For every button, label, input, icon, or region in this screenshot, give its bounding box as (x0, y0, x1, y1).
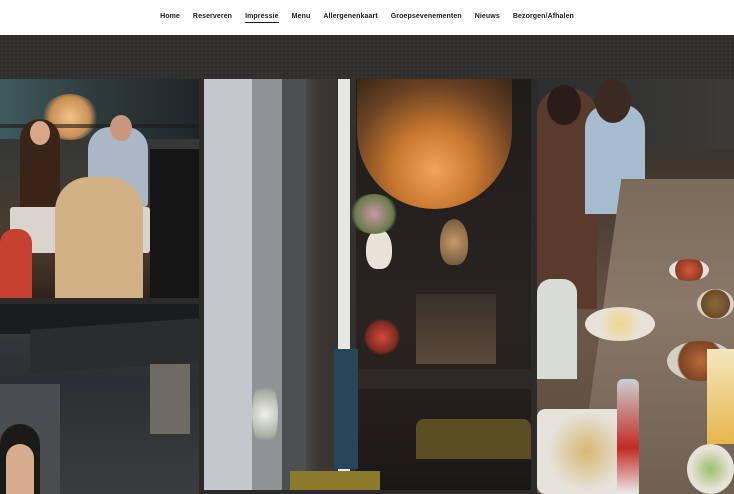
nav-item-menu[interactable]: Menu (292, 13, 311, 23)
main-navigation: Home Reserveren Impressie Menu Allergene… (0, 0, 734, 35)
nav-item-nieuws[interactable]: Nieuws (475, 13, 500, 23)
gallery-photo-interior-ceiling[interactable] (0, 304, 199, 494)
header-texture-band (0, 35, 734, 79)
nav-list: Home Reserveren Impressie Menu Allergene… (160, 13, 574, 23)
gallery-photo-dinner-table[interactable] (537, 79, 734, 494)
nav-item-home[interactable]: Home (160, 13, 180, 23)
nav-item-reserveren[interactable]: Reserveren (193, 13, 232, 23)
gallery-photo-group-dining[interactable] (0, 79, 199, 298)
nav-item-bezorgen-afhalen[interactable]: Bezorgen/Afhalen (513, 13, 574, 23)
nav-item-groepsevenementen[interactable]: Groepsevenementen (391, 13, 462, 23)
nav-item-allergenenkaart[interactable]: Allergenenkaart (323, 13, 377, 23)
gallery-photo-interior-lamp[interactable] (204, 79, 531, 490)
nav-item-impressie[interactable]: Impressie (245, 13, 279, 23)
